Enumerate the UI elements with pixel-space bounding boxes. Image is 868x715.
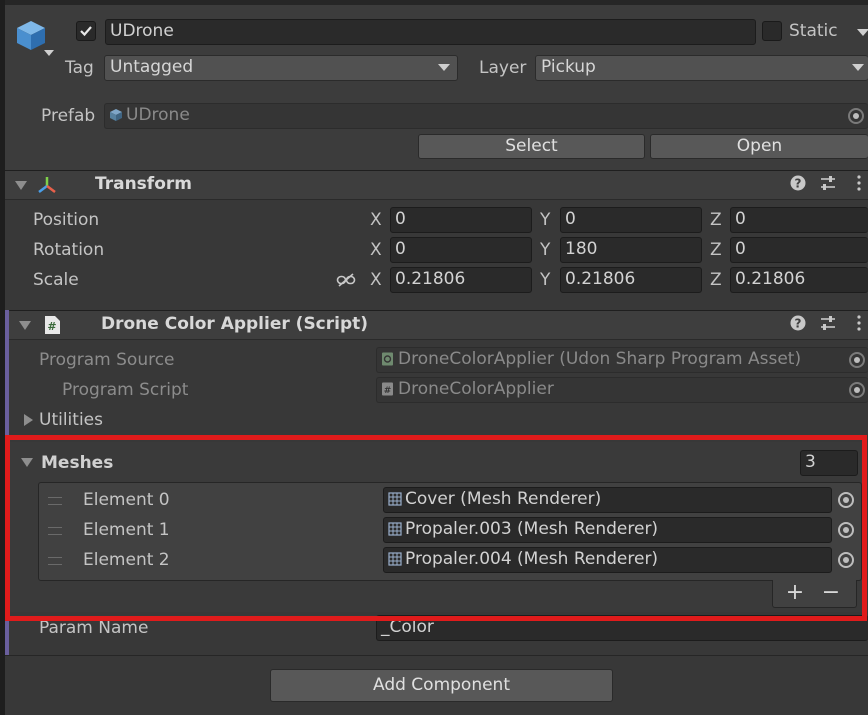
icon-dropdown-caret-icon[interactable] (44, 50, 54, 56)
prefab-cube-icon (110, 109, 122, 121)
rotation-label[interactable]: Rotation (33, 239, 104, 261)
script-kebab-menu-icon[interactable] (850, 315, 868, 333)
script-title: Drone Color Applier (Script) (101, 314, 369, 334)
layer-chevron-down-icon (852, 64, 864, 71)
program-script-field[interactable]: # DroneColorApplier (376, 377, 868, 403)
svg-text:#: # (384, 386, 392, 396)
link-scale-icon[interactable] (336, 272, 356, 288)
utilities-label[interactable]: Utilities (39, 409, 103, 431)
position-y-input[interactable]: 0 (560, 207, 702, 233)
rotation-z-input[interactable]: 0 (730, 237, 868, 263)
script-settings-sliders-icon[interactable] (819, 315, 837, 333)
scale-z-input[interactable]: 0.21806 (730, 267, 868, 293)
prefab-label: Prefab (41, 106, 96, 126)
position-z-label[interactable]: Z (710, 209, 722, 231)
static-checkbox[interactable] (762, 21, 782, 41)
layer-dropdown[interactable]: Pickup (535, 55, 868, 81)
position-y-label[interactable]: Y (540, 209, 550, 231)
scale-label[interactable]: Scale (33, 269, 79, 291)
add-component-button[interactable]: Add Component (270, 669, 613, 702)
layer-value: Pickup (541, 57, 596, 77)
csharp-script-icon: # (45, 316, 60, 334)
rotation-x-input[interactable]: 0 (390, 237, 532, 263)
tag-value: Untagged (110, 57, 194, 77)
transform-foldout-icon[interactable] (15, 181, 27, 190)
rotation-y-label[interactable]: Y (540, 239, 550, 261)
program-source-label: Program Source (39, 350, 175, 370)
program-source-field[interactable]: DroneColorApplier (Udon Sharp Program As… (376, 347, 868, 373)
prefab-object-picker-icon[interactable] (848, 108, 864, 124)
transform-header[interactable]: Transform ? (5, 170, 868, 200)
program-source-object-picker-icon[interactable] (849, 352, 865, 368)
position-z-input[interactable]: 0 (730, 207, 868, 233)
tag-chevron-down-icon (438, 64, 450, 71)
program-script-value: DroneColorApplier (398, 379, 554, 399)
tag-label: Tag (65, 58, 94, 78)
static-dropdown-caret-icon[interactable] (857, 29, 868, 36)
script-header[interactable]: # Drone Color Applier (Script) ? (9, 310, 868, 340)
svg-text:#: # (47, 320, 56, 333)
rotation-y-input[interactable]: 180 (560, 237, 702, 263)
position-x-input[interactable]: 0 (390, 207, 532, 233)
scale-x-input[interactable]: 0.21806 (390, 267, 532, 293)
position-label[interactable]: Position (33, 209, 99, 231)
script-foldout-icon[interactable] (19, 321, 31, 330)
svg-text:?: ? (795, 177, 802, 191)
program-source-value: DroneColorApplier (Udon Sharp Program As… (398, 349, 802, 369)
static-label: Static (789, 21, 838, 41)
prefab-value: UDrone (126, 105, 190, 125)
select-button[interactable]: Select (418, 134, 645, 159)
help-icon[interactable]: ? (789, 175, 807, 193)
position-x-label[interactable]: X (370, 209, 382, 231)
program-script-label: Program Script (62, 380, 189, 400)
settings-sliders-icon[interactable] (819, 175, 837, 193)
script-help-icon[interactable]: ? (789, 315, 807, 333)
program-script-csharp-icon: # (382, 382, 393, 396)
highlight-box (5, 435, 867, 621)
component-footer-divider (5, 655, 868, 656)
gameobject-name-input[interactable]: UDrone (105, 19, 756, 45)
layer-label: Layer (479, 58, 527, 78)
active-checkbox[interactable] (76, 21, 96, 41)
scale-x-label[interactable]: X (370, 269, 382, 291)
rotation-z-label[interactable]: Z (710, 239, 722, 261)
tag-dropdown[interactable]: Untagged (104, 55, 458, 81)
transform-axis-icon (38, 177, 56, 193)
kebab-menu-icon[interactable] (850, 175, 868, 193)
scale-y-label[interactable]: Y (540, 269, 550, 291)
scale-y-input[interactable]: 0.21806 (560, 267, 702, 293)
rotation-x-label[interactable]: X (370, 239, 382, 261)
program-script-object-picker-icon[interactable] (849, 382, 865, 398)
prefab-field[interactable]: UDrone (104, 103, 868, 129)
udon-asset-icon (382, 352, 393, 366)
scale-z-label[interactable]: Z (710, 269, 722, 291)
gameobject-cube-icon[interactable] (14, 18, 48, 52)
svg-text:?: ? (795, 317, 802, 331)
checkbox-check-icon (80, 26, 92, 37)
open-button[interactable]: Open (650, 134, 868, 159)
utilities-foldout-icon[interactable] (24, 414, 33, 426)
transform-title: Transform (95, 174, 192, 194)
